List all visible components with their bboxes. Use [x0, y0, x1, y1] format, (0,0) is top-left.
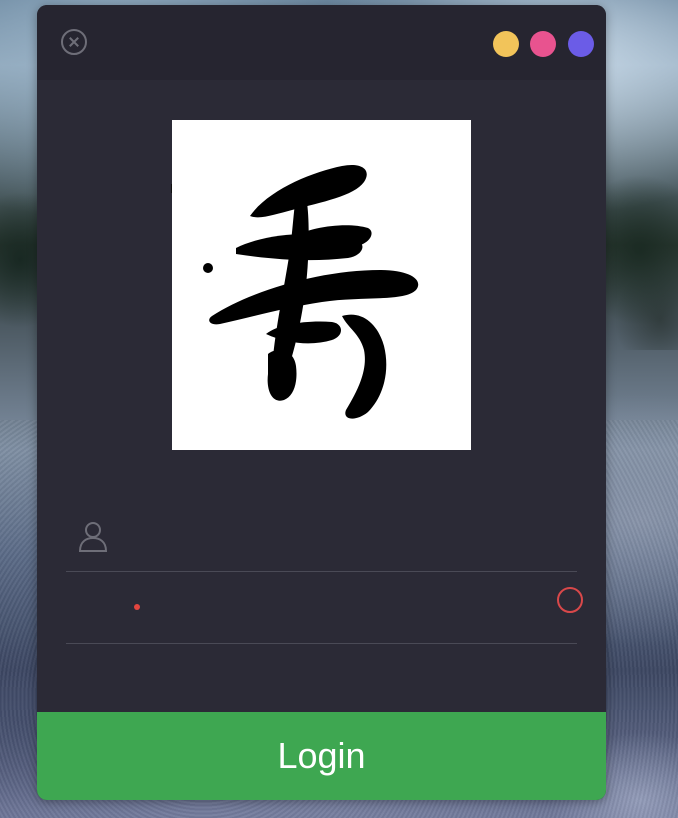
password-input[interactable]: [136, 591, 560, 627]
login-button[interactable]: Login: [37, 712, 606, 800]
title-bar: [37, 5, 606, 80]
minimize-dot-button[interactable]: [493, 31, 519, 57]
theme-dot-button[interactable]: [568, 31, 594, 57]
maximize-dot-button[interactable]: [530, 31, 556, 57]
username-field: [66, 501, 577, 572]
calligraphy-glyph-icon: [203, 164, 419, 419]
password-field: [66, 573, 577, 644]
loading-ring-icon: [557, 587, 583, 613]
login-dialog: Login: [37, 5, 606, 800]
user-icon: [78, 522, 108, 552]
close-circle-icon[interactable]: [61, 29, 87, 55]
username-input[interactable]: [136, 519, 560, 555]
calligraphy-logo: [172, 120, 471, 450]
